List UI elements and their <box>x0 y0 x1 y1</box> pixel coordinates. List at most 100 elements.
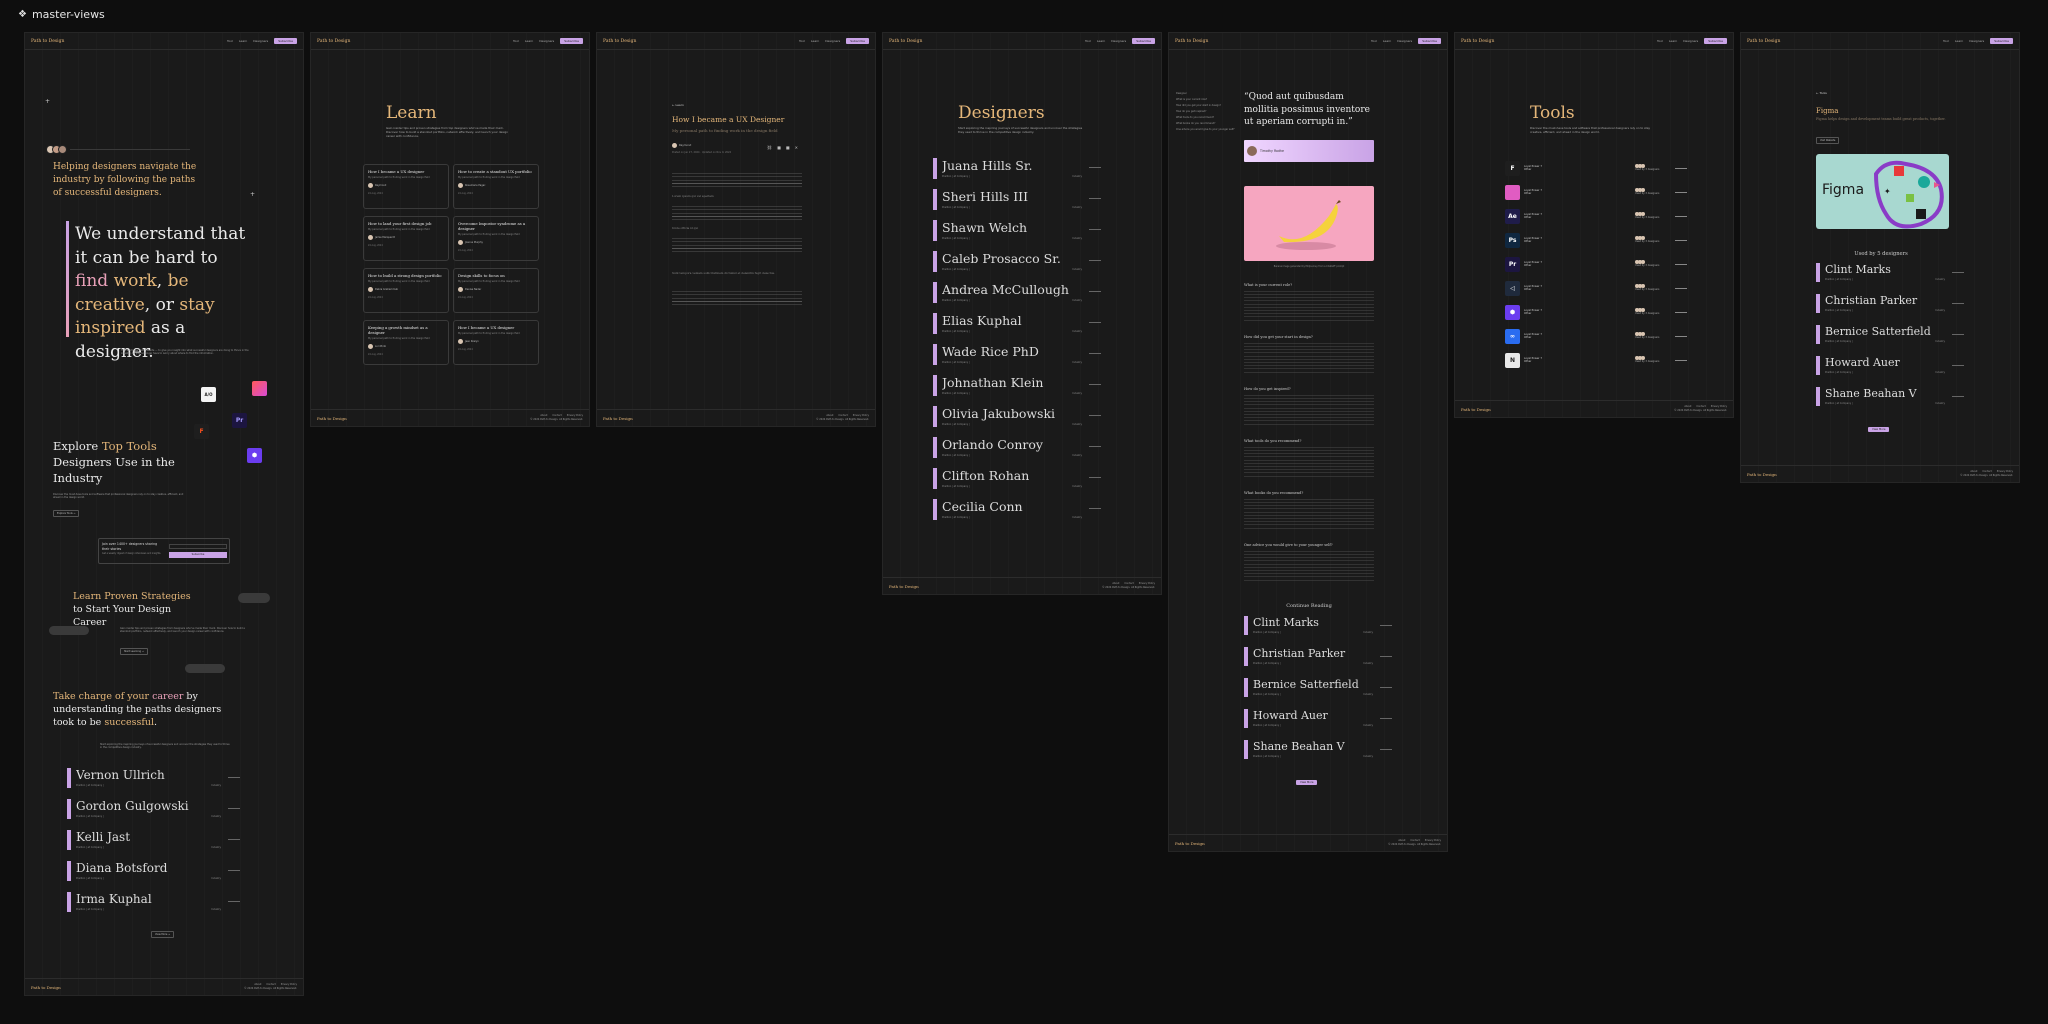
footer-link-privacy[interactable]: Privacy Policy <box>1425 839 1441 842</box>
nav-link-learn[interactable]: Learn <box>1383 39 1391 43</box>
frame-tool-detail[interactable]: Path to Design Tool Learn Designers Subs… <box>1740 32 2020 483</box>
footer-link-privacy[interactable]: Privacy Policy <box>567 414 583 417</box>
nav-link-designers[interactable]: Designers <box>1969 39 1984 43</box>
learn-card[interactable]: How to create a standout UX portfolio My … <box>453 164 539 209</box>
view-more-button[interactable]: View More <box>1868 427 1890 432</box>
tool-row[interactable]: Pr Loyal Power 7 Other Used by 3 designers <box>1505 254 1687 274</box>
learn-card[interactable]: Overcome Impostor syndrome as a designer… <box>453 216 539 261</box>
tool-row[interactable]: ◁ Loyal Power 7 Other Used by 3 designers <box>1505 278 1687 298</box>
subscribe-button[interactable]: Subscribe <box>846 38 869 44</box>
designer-row[interactable]: Orlando Conroy Position | at Company | Ind… <box>933 437 1101 458</box>
designer-row[interactable]: Clint Marks Position | at Company | Indust… <box>1244 616 1392 635</box>
footer-link-privacy[interactable]: Privacy Policy <box>281 983 297 986</box>
nav-link-tool[interactable]: Tool <box>1943 39 1949 43</box>
logo[interactable]: Path to Design <box>1461 39 1494 44</box>
designer-row[interactable]: Irma Kuphal Position | at Company | Indust… <box>67 892 240 912</box>
tool-row[interactable]: N Loyal Power 7 Other Used by 3 designers <box>1505 350 1687 370</box>
back-link[interactable]: ← Learn <box>672 103 684 107</box>
footer-logo[interactable]: Path to Design <box>31 985 61 990</box>
footer-link-contact[interactable]: Contact <box>552 414 561 417</box>
frame-learn[interactable]: Path to Design Tool Learn Designers Subs… <box>310 32 590 427</box>
logo[interactable]: Path to Design <box>1175 39 1208 44</box>
footer-link-about[interactable]: About <box>540 414 547 417</box>
tool-row[interactable]: Loyal Power 7 Other Used by 3 designers <box>1505 182 1687 202</box>
designer-row[interactable]: Gordon Gulgowski Position | at Company | I… <box>67 799 240 819</box>
nav-link-learn[interactable]: Learn <box>1097 39 1105 43</box>
logo[interactable]: Path to Design <box>1747 39 1780 44</box>
designer-row[interactable]: Shane Beahan V Position | at Company | Ind… <box>1816 387 1964 406</box>
nav-link-designers[interactable]: Designers <box>1683 39 1698 43</box>
frame-home[interactable]: Path to Design Tool Learn Designers Subs… <box>24 32 304 996</box>
nav-link-learn[interactable]: Learn <box>525 39 533 43</box>
linkedin-icon[interactable]: ■ <box>777 145 781 150</box>
logo[interactable]: Path to Design <box>603 39 636 44</box>
footer-link-about[interactable]: About <box>1398 839 1405 842</box>
logo[interactable]: Path to Design <box>889 39 922 44</box>
logo[interactable]: Path to Design <box>317 39 350 44</box>
email-field[interactable] <box>169 544 227 549</box>
view-more-button[interactable]: View More → <box>151 931 175 938</box>
nav-link-designers[interactable]: Designers <box>539 39 554 43</box>
nav-link-learn[interactable]: Learn <box>1955 39 1963 43</box>
designer-row[interactable]: Olivia Jakubowski Position | at Company |… <box>933 406 1101 427</box>
designer-row[interactable]: Christian Parker Position | at Company | I… <box>1244 647 1392 666</box>
nav-link-learn[interactable]: Learn <box>1669 39 1677 43</box>
footer-logo[interactable]: Path to Design <box>317 416 347 421</box>
nav-link-learn[interactable]: Learn <box>811 39 819 43</box>
designer-row[interactable]: Sheri Hills III Position | at Company | In… <box>933 189 1101 210</box>
x-icon[interactable]: ✕ <box>795 145 798 150</box>
nav-link-tool[interactable]: Tool <box>1657 39 1663 43</box>
nav-link-learn[interactable]: Learn <box>239 39 247 43</box>
nav-link-tool[interactable]: Tool <box>1371 39 1377 43</box>
tool-row[interactable]: F Loyal Power 7 Other Used by 3 designers <box>1505 158 1687 178</box>
designer-row[interactable]: Kelli Jast Position | at Company | Industr… <box>67 830 240 850</box>
tool-row[interactable]: ⬢ Loyal Power 7 Other Used by 3 designers <box>1505 302 1687 322</box>
back-link[interactable]: ← Tools <box>1816 91 1827 95</box>
designer-row[interactable]: Cecilia Conn Position | at Company | Indus… <box>933 499 1101 520</box>
subscribe-button[interactable]: Subscribe <box>1132 38 1155 44</box>
designer-row[interactable]: Diana Botsford Position | at Company | Ind… <box>67 861 240 881</box>
learn-card[interactable]: Design skills to focus on My personal pat… <box>453 268 539 313</box>
footer-link-contact[interactable]: Contact <box>838 414 847 417</box>
learn-card[interactable]: How to land your first design job My pers… <box>363 216 449 261</box>
frame-article[interactable]: Path to Design Tool Learn Designers Subs… <box>596 32 876 427</box>
designer-row[interactable]: Christian Parker Position | at Company | I… <box>1816 294 1964 313</box>
designer-row[interactable]: Johnathan Klein Position | at Company | In… <box>933 375 1101 396</box>
newsletter-subscribe-button[interactable]: Subscribe <box>169 552 227 558</box>
designer-row[interactable]: Shane Beahan V Position | at Company | Ind… <box>1244 740 1392 759</box>
nav-link-designers[interactable]: Designers <box>1111 39 1126 43</box>
designer-row[interactable]: Bernice Satterfield Position | at Company… <box>1244 678 1392 697</box>
footer-link-privacy[interactable]: Privacy Policy <box>853 414 869 417</box>
frame-tools[interactable]: Path to Design Tool Learn Designers Subs… <box>1454 32 1734 418</box>
footer-logo[interactable]: Path to Design <box>1747 472 1777 477</box>
footer-link-contact[interactable]: Contact <box>1982 470 1991 473</box>
learn-card[interactable]: How I became a UX designer My personal pa… <box>363 164 449 209</box>
designer-row[interactable]: Howard Auer Position | at Company | Indust… <box>1244 709 1392 728</box>
designer-row[interactable]: Clifton Rohan Position | at Company | Indu… <box>933 468 1101 489</box>
footer-link-contact[interactable]: Contact <box>1124 582 1133 585</box>
footer-link-about[interactable]: About <box>1112 582 1119 585</box>
designer-row[interactable]: Vernon Ullrich Position | at Company | Ind… <box>67 768 240 788</box>
footer-logo[interactable]: Path to Design <box>1175 841 1205 846</box>
link-icon[interactable]: ⛓ <box>767 145 772 150</box>
nav-link-tool[interactable]: Tool <box>513 39 519 43</box>
visit-website-button[interactable]: Visit Website <box>1816 137 1840 144</box>
footer-link-contact[interactable]: Contact <box>266 983 275 986</box>
footer-link-about[interactable]: About <box>826 414 833 417</box>
tool-row[interactable]: Ps Loyal Power 7 Other Used by 3 designers <box>1505 230 1687 250</box>
footer-link-about[interactable]: About <box>1970 470 1977 473</box>
footer-logo[interactable]: Path to Design <box>889 584 919 589</box>
footer-link-about[interactable]: About <box>1684 405 1691 408</box>
footer-logo[interactable]: Path to Design <box>603 416 633 421</box>
footer-link-contact[interactable]: Contact <box>1410 839 1419 842</box>
footer-link-privacy[interactable]: Privacy Policy <box>1711 405 1727 408</box>
designer-row[interactable]: Howard Auer Position | at Company | Indust… <box>1816 356 1964 375</box>
designer-row[interactable]: Andrea McCullough Position | at Company |… <box>933 282 1101 303</box>
nav-link-tool[interactable]: Tool <box>1085 39 1091 43</box>
subscribe-button[interactable]: Subscribe <box>1704 38 1727 44</box>
start-learning-button[interactable]: Start Learning → <box>120 648 148 655</box>
frame-designers[interactable]: Path to Design Tool Learn Designers Subs… <box>882 32 1162 595</box>
subscribe-button[interactable]: Subscribe <box>1418 38 1441 44</box>
designer-row[interactable]: Clint Marks Position | at Company | Indust… <box>1816 263 1964 282</box>
designer-row[interactable]: Bernice Satterfield Position | at Company… <box>1816 325 1964 344</box>
